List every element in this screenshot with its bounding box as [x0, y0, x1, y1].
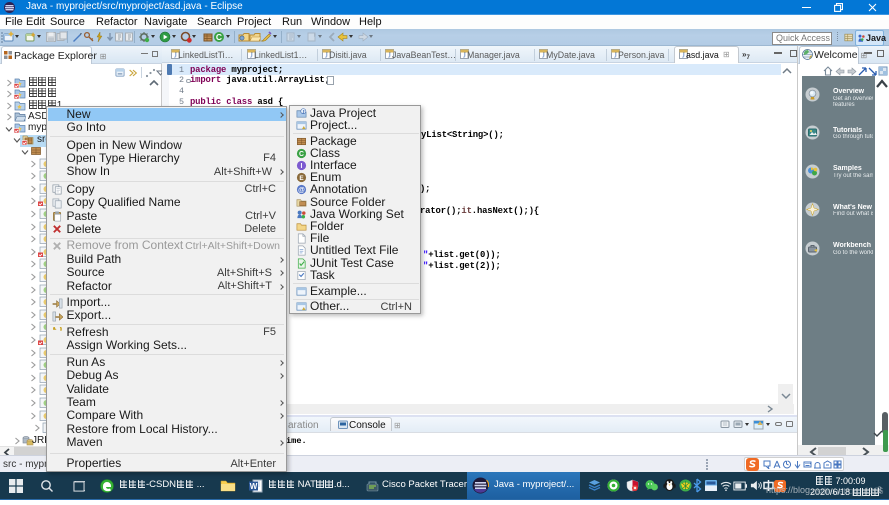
svg-text:E: E	[299, 175, 304, 182]
svg-text:I: I	[301, 163, 303, 170]
svg-text:@: @	[298, 187, 305, 194]
svg-text:W: W	[250, 482, 258, 491]
svg-text:C: C	[299, 151, 304, 158]
